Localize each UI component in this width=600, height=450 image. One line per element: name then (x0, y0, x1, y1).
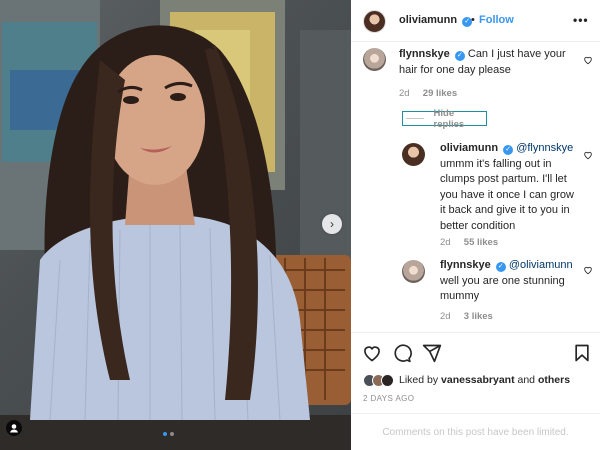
header-separator: • (471, 14, 475, 26)
reply-age: 2d (440, 311, 451, 322)
liked-others[interactable]: others (538, 374, 570, 386)
comment-age: 2d (399, 88, 410, 99)
reply-username[interactable]: flynnskye (440, 259, 491, 271)
avatar[interactable] (402, 143, 425, 166)
heart-icon[interactable] (583, 150, 593, 160)
comment-icon[interactable] (392, 343, 412, 363)
comment-username[interactable]: flynnskye (399, 48, 450, 60)
reply-meta: 2d 55 likes (440, 237, 498, 248)
carousel-indicator (163, 432, 174, 436)
follow-button[interactable]: Follow (479, 14, 514, 26)
reply-likes[interactable]: 3 likes (464, 311, 493, 322)
photo-illustration (0, 0, 351, 450)
reply-username[interactable]: oliviamunn (440, 142, 498, 154)
hide-replies-button[interactable]: Hide replies (402, 108, 487, 130)
heart-icon[interactable] (583, 265, 593, 275)
comment-likes[interactable]: 29 likes (423, 88, 457, 99)
reply-meta: 2d 3 likes (440, 311, 493, 322)
post-photo[interactable]: › (0, 0, 351, 450)
carousel-dot (170, 432, 174, 436)
hide-replies-label: Hide replies (433, 107, 465, 130)
post-date[interactable]: 2 DAYS AGO (363, 394, 414, 403)
liked-user[interactable]: vanessabryant (441, 374, 515, 386)
verified-badge-icon: ✓ (454, 51, 465, 61)
avatar[interactable] (402, 260, 425, 283)
liked-by-row: Liked by vanessabryant and others (363, 372, 570, 388)
reply-text: oliviamunn ✓ @flynnskye ummm it's fallin… (440, 141, 580, 234)
post-author-username[interactable]: oliviamunn (399, 14, 457, 26)
tag-user-icon[interactable] (6, 420, 22, 436)
reply-body: ummm it's falling out in clumps post par… (440, 157, 574, 232)
save-icon[interactable] (572, 343, 592, 363)
replies-divider (406, 118, 424, 119)
reply-mention[interactable]: @flynnskye (516, 142, 573, 154)
avatar[interactable] (363, 10, 386, 33)
liker-avatar[interactable] (381, 373, 394, 387)
comments-panel: oliviamunn ✓ • Follow ••• flynnskye ✓ Ca… (351, 0, 600, 450)
reply-mention[interactable]: @oliviamunn (509, 259, 573, 271)
liked-by-text: Liked by vanessabryant and others (399, 374, 570, 386)
action-bar (351, 332, 600, 372)
comments-limited-notice: Comments on this post have been limited. (351, 413, 600, 450)
post-header: oliviamunn ✓ • Follow ••• (351, 0, 600, 42)
reply-text: flynnskye ✓ @oliviamunn well you are one… (440, 258, 580, 305)
comment-meta: 2d 29 likes (399, 88, 457, 99)
post-author[interactable]: oliviamunn ✓ (399, 14, 473, 27)
verified-badge-icon: ✓ (503, 145, 514, 155)
liked-and: and (517, 374, 536, 386)
more-options-icon[interactable]: ••• (573, 13, 589, 27)
comment-text: flynnskye ✓ Can I just have your hair fo… (399, 47, 584, 78)
reply-body: well you are one stunning mummy (440, 274, 565, 303)
reply-age: 2d (440, 237, 451, 248)
liked-prefix: Liked by (399, 374, 439, 386)
verified-badge-icon: ✓ (495, 262, 506, 272)
like-icon[interactable] (362, 343, 382, 363)
share-icon[interactable] (422, 343, 442, 363)
avatar[interactable] (363, 48, 386, 71)
carousel-dot (163, 432, 167, 436)
next-arrow-icon[interactable]: › (322, 214, 342, 234)
heart-icon[interactable] (583, 55, 593, 65)
reply-likes[interactable]: 55 likes (464, 237, 498, 248)
